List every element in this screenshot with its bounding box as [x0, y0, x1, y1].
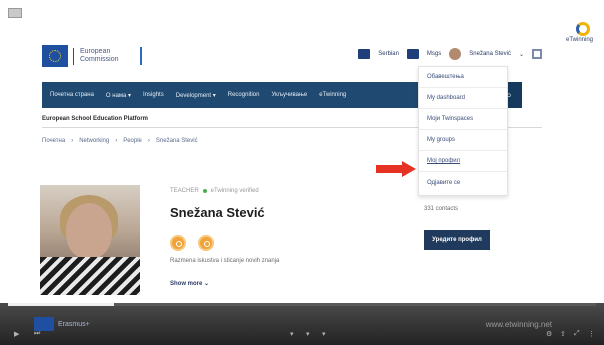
nav-item-development[interactable]: Development ▾	[176, 92, 216, 99]
ec-logo-text: European Commission	[80, 48, 119, 64]
breadcrumb: Почетна › Networking › People › Snežana …	[42, 138, 198, 144]
arrow-shaft	[376, 165, 404, 173]
video-progress-bar[interactable]	[8, 303, 596, 306]
nav-item-etwinning[interactable]: eTwinning	[319, 92, 346, 98]
breadcrumb-separator-icon: ›	[115, 138, 118, 144]
ec-logo-line1: European	[80, 48, 111, 55]
etwinning-logo: eTwinning	[566, 22, 600, 48]
menu-item-logout[interactable]: Одјавите се	[419, 172, 507, 193]
profile-bio: Razmena iskustva i sticanje novih znanja	[170, 258, 280, 264]
video-progress-fill	[8, 303, 114, 306]
messages-label[interactable]: Msgs	[427, 51, 441, 57]
chevron-down-icon[interactable]: ⌄	[519, 51, 524, 58]
top-bar: Serbian Msgs Snežana Stević ⌄	[358, 46, 542, 62]
menu-item-twinspaces[interactable]: Моји Twinspaces	[419, 109, 507, 130]
fullscreen-icon[interactable]: ⤢	[574, 330, 580, 338]
browser-page: European Commission Serbian Msgs Snežana…	[22, 30, 562, 305]
chapter-icon[interactable]: ▾	[322, 330, 326, 338]
more-icon[interactable]: ⋮	[588, 330, 595, 338]
logo-accent-bar	[140, 47, 142, 65]
etwinning-url: www.etwinning.net	[485, 320, 552, 329]
user-dropdown-menu: Обавештења My dashboard Моји Twinspaces …	[418, 66, 508, 196]
chat-icon[interactable]	[358, 49, 371, 59]
breadcrumb-separator-icon: ›	[147, 138, 150, 144]
badge-icon[interactable]	[170, 235, 186, 251]
ec-logo-line2: Commission	[80, 56, 119, 63]
profile-name: Snežana Stević	[170, 205, 265, 220]
breadcrumb-separator-icon: ›	[71, 138, 74, 144]
share-icon[interactable]: ⇪	[560, 330, 566, 338]
edit-profile-button[interactable]: Уредите профил	[424, 230, 490, 250]
erasmus-flag-icon	[34, 317, 54, 331]
logo-divider	[73, 48, 74, 65]
nav-item-inclusion[interactable]: Укључивање	[271, 92, 307, 98]
menu-item-label: My dashboard	[427, 95, 466, 101]
nav-item-home[interactable]: Почетна страна	[50, 92, 94, 98]
menu-item-label: Мој профил	[427, 158, 461, 164]
mail-icon[interactable]	[406, 49, 419, 59]
badge-icon[interactable]	[198, 235, 214, 251]
menu-item-label: Обавештења	[427, 74, 464, 80]
photo-shirt	[40, 257, 140, 295]
profile-photo	[40, 185, 140, 295]
contacts-count[interactable]: 331 contacts	[424, 206, 458, 212]
breadcrumb-current: Snežana Stević	[155, 138, 198, 144]
arrow-head	[402, 161, 416, 177]
menu-item-label: Моји Twinspaces	[427, 116, 474, 122]
verified-dot-icon	[202, 189, 207, 193]
play-icon[interactable]: ▶	[14, 330, 19, 338]
window-corner-icon	[8, 8, 22, 18]
menu-item-dashboard[interactable]: My dashboard	[419, 88, 507, 109]
platform-title[interactable]: European School Education Platform	[42, 116, 148, 122]
breadcrumb-people[interactable]: People	[123, 138, 142, 144]
settings-icon[interactable]: ⚙	[546, 330, 552, 338]
nav-item-insights[interactable]: Insights	[143, 92, 164, 98]
etwinning-swirl-icon	[576, 22, 590, 36]
photo-face	[66, 203, 112, 259]
chapter-icon[interactable]: ▾	[290, 330, 294, 338]
menu-item-groups[interactable]: My groups	[419, 130, 507, 151]
role-label: TEACHER	[170, 188, 199, 194]
menu-item-notifications[interactable]: Обавештења	[419, 67, 507, 88]
language-label[interactable]: Serbian	[378, 51, 399, 57]
user-avatar-small[interactable]	[449, 48, 462, 60]
show-more-link[interactable]: Show more ⌄	[170, 280, 209, 287]
eu-flag-icon	[42, 45, 68, 67]
apps-grid-icon[interactable]	[532, 49, 542, 59]
menu-item-label: My groups	[427, 137, 456, 143]
nav-item-recognition[interactable]: Recognition	[228, 92, 260, 98]
menu-item-my-profile[interactable]: Мој профил	[419, 151, 507, 172]
breadcrumb-home[interactable]: Почетна	[42, 138, 65, 144]
european-commission-logo[interactable]: European Commission	[42, 45, 162, 67]
user-menu-label[interactable]: Snežana Stević	[469, 51, 511, 57]
video-player-bar: Erasmus+ www.etwinning.net ▶ ⏭ ▾ ▾ ▾ ⚙ ⇪…	[0, 303, 604, 345]
nav-item-about[interactable]: О нама ▾	[106, 92, 131, 99]
next-icon[interactable]: ⏭	[34, 330, 40, 338]
etwinning-logo-text: eTwinning	[566, 37, 594, 43]
red-arrow-icon	[376, 161, 418, 177]
verified-label: eTwinning verified	[210, 188, 259, 194]
erasmus-logo-text: Erasmus+	[58, 321, 90, 328]
profile-role: TEACHER eTwinning verified	[170, 188, 259, 194]
chapter-icon[interactable]: ▾	[306, 330, 310, 338]
menu-item-label: Одјавите се	[427, 179, 461, 186]
breadcrumb-networking[interactable]: Networking	[79, 138, 109, 144]
